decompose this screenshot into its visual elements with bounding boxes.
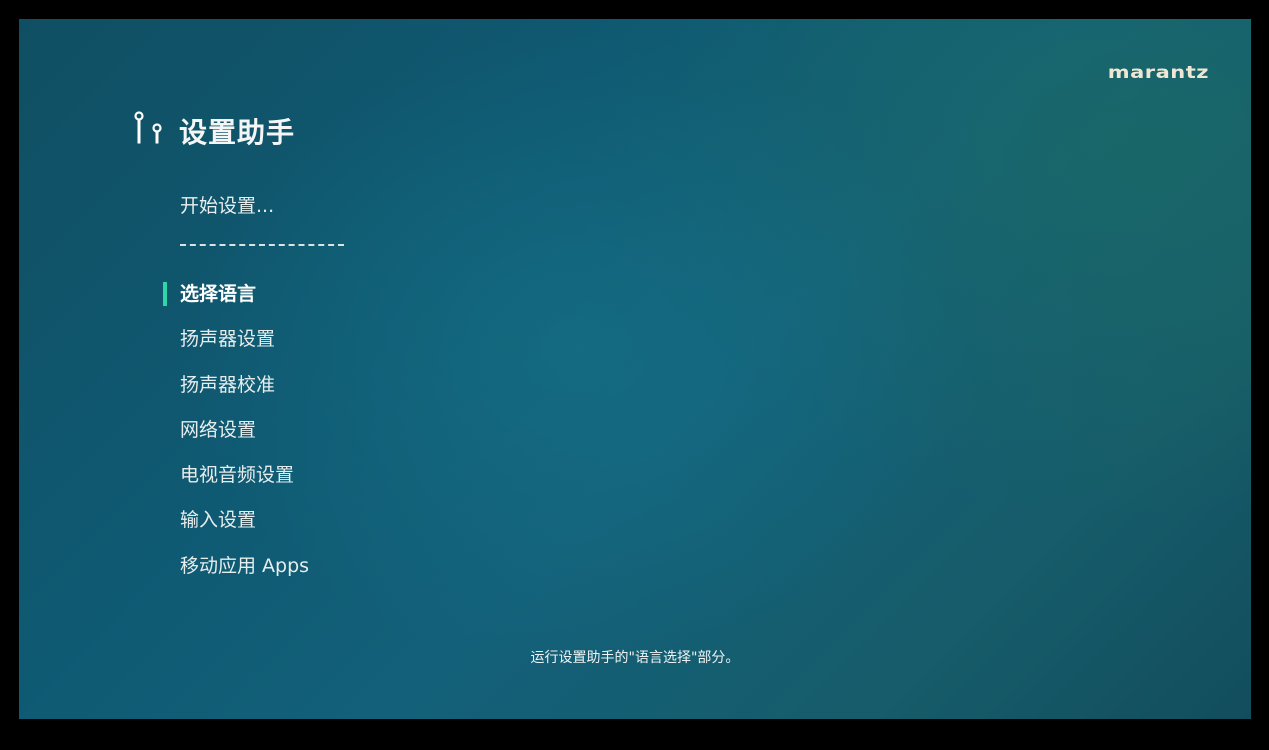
menu-item-speaker-setup[interactable]: 扬声器设置 <box>180 322 309 367</box>
menu-separator <box>180 244 344 246</box>
menu-item-mobile-apps[interactable]: 移动应用 Apps <box>180 549 309 594</box>
menu-item-select-language[interactable]: 选择语言 <box>163 277 309 322</box>
menu-item-label: 选择语言 <box>180 283 257 305</box>
menu-item-label: 电视音频设置 <box>180 464 295 487</box>
setup-menu: 选择语言 扬声器设置 扬声器校准 网络设置 电视音频设置 输入设置 移动应用 A… <box>163 277 309 594</box>
menu-item-label: 网络设置 <box>180 418 257 441</box>
selection-marker <box>163 282 167 306</box>
menu-item-input-setup[interactable]: 输入设置 <box>180 503 309 548</box>
help-text: 运行设置助手的"语言选择"部分。 <box>530 650 740 666</box>
brand-logo: marantz <box>1107 63 1209 83</box>
screen: marantz 设置助手 开始设置... 选择语言 扬声器设置 扬声器校准 网络… <box>19 19 1251 719</box>
menu-item-label: 移动应用 Apps <box>180 554 310 577</box>
menu-item-tv-audio-setup[interactable]: 电视音频设置 <box>180 458 309 503</box>
menu-item-label: 输入设置 <box>180 509 257 532</box>
setup-wizard-icon <box>134 111 162 144</box>
page-header: 设置助手 <box>131 109 295 153</box>
menu-item-network-setup[interactable]: 网络设置 <box>180 413 309 458</box>
menu-item-speaker-calibration[interactable]: 扬声器校准 <box>180 368 309 413</box>
menu-item-label: 扬声器校准 <box>180 373 276 396</box>
menu-item-label: 扬声器设置 <box>180 328 276 351</box>
start-setup-item[interactable]: 开始设置... <box>180 191 274 218</box>
page-title: 设置助手 <box>179 116 296 149</box>
